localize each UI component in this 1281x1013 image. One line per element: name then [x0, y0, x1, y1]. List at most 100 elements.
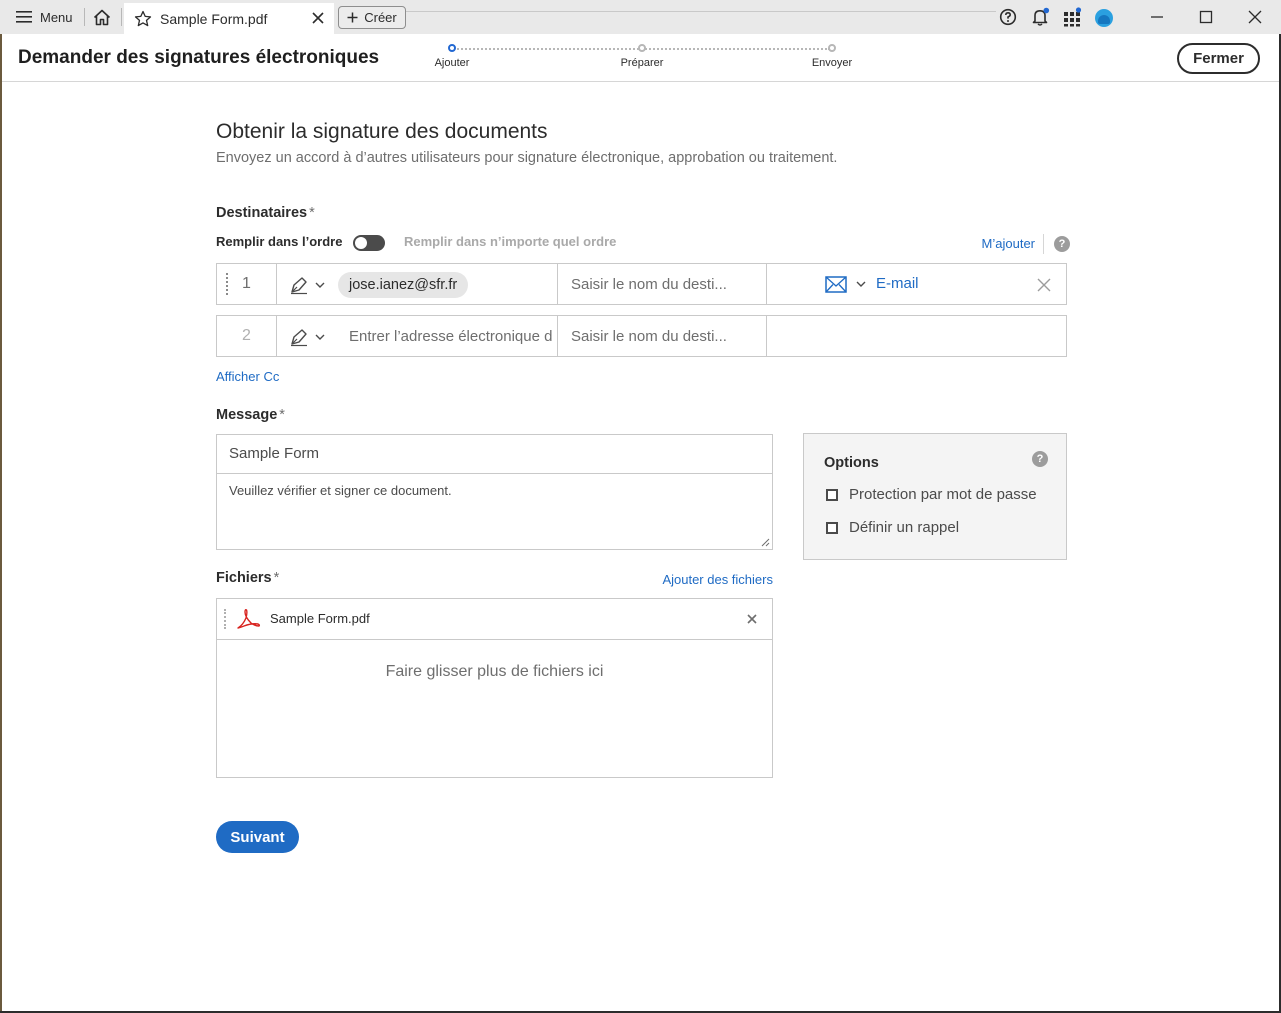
remove-file-icon[interactable] — [746, 613, 758, 625]
menu-button[interactable]: Menu — [8, 5, 81, 29]
bell-icon — [1032, 7, 1050, 26]
user-avatar[interactable] — [1095, 9, 1113, 27]
signer-role-dropdown[interactable] — [289, 275, 329, 295]
drag-handle[interactable] — [224, 609, 227, 629]
signing-order-toggle[interactable] — [353, 235, 385, 251]
files-label-text: Fichiers — [216, 570, 272, 586]
app-header: Demander des signatures électroniques Aj… — [2, 34, 1279, 82]
step-indicator: Ajouter Préparer Envoyer — [422, 42, 862, 76]
close-button[interactable]: Fermer — [1177, 43, 1260, 74]
reminder-checkbox[interactable] — [826, 521, 838, 534]
add-me-link[interactable]: M’ajouter — [982, 236, 1035, 251]
file-name: Sample Form.pdf — [270, 611, 370, 626]
maximize-button[interactable] — [1194, 5, 1218, 29]
message-subject-input[interactable]: Sample Form — [217, 435, 772, 474]
help-icon[interactable]: ? — [1032, 451, 1048, 467]
show-cc-link[interactable]: Afficher Cc — [216, 369, 279, 384]
recipient-row: 1 jose.ianez@sfr.fr Saisir le nom du des… — [216, 263, 1067, 305]
remove-recipient-icon[interactable] — [1035, 276, 1053, 294]
divider — [121, 8, 122, 26]
pen-icon — [291, 277, 307, 295]
apps-button[interactable] — [1061, 6, 1083, 28]
recipient-name-input[interactable]: Saisir le nom du desti... — [571, 328, 727, 345]
next-button[interactable]: Suivant — [216, 821, 299, 853]
signing-order-row: Remplir dans l’ordre Remplir dans n’impo… — [216, 232, 1070, 254]
files-label: Fichiers * — [216, 570, 279, 586]
hamburger-icon — [16, 11, 32, 23]
chevron-down-icon — [315, 282, 325, 288]
recipient-name-input[interactable]: Saisir le nom du desti... — [571, 276, 727, 293]
notifications-button[interactable] — [1029, 6, 1051, 28]
signer-role-dropdown[interactable] — [289, 327, 329, 347]
step-add: Ajouter — [422, 42, 482, 69]
required-mark: * — [273, 570, 280, 586]
email-icon[interactable] — [825, 276, 847, 293]
step-label: Préparer — [620, 57, 664, 69]
delivery-method[interactable]: E-mail — [876, 275, 919, 292]
help-icon — [999, 8, 1017, 26]
close-icon — [1248, 10, 1262, 24]
recipients-label-text: Destinataires — [216, 205, 308, 221]
recipient-email-chip[interactable]: jose.ianez@sfr.fr — [338, 272, 469, 298]
files-dropzone[interactable]: Sample Form.pdf Faire glisser plus de fi… — [216, 598, 773, 778]
step-dot — [828, 44, 836, 52]
drag-handle[interactable] — [226, 273, 230, 295]
step-prepare: Préparer — [612, 42, 672, 69]
any-order-label: Remplir dans n’importe quel ordre — [404, 234, 617, 249]
options-title: Options — [824, 455, 879, 471]
chevron-down-icon[interactable] — [855, 279, 867, 289]
tab-title: Sample Form.pdf — [160, 10, 268, 27]
window-close-button[interactable] — [1243, 5, 1267, 29]
option-reminder[interactable]: Définir un rappel — [826, 519, 959, 536]
step-label: Ajouter — [434, 57, 470, 69]
home-icon — [93, 9, 111, 25]
help-icon[interactable]: ? — [1054, 236, 1070, 252]
home-button[interactable] — [90, 6, 114, 28]
star-icon[interactable] — [134, 10, 152, 28]
order-label: Remplir dans l’ordre — [216, 234, 343, 249]
recipient-number: 2 — [217, 316, 277, 356]
maximize-icon — [1199, 10, 1213, 24]
page-title: Demander des signatures électroniques — [18, 47, 380, 68]
form-subtitle: Envoyez un accord à d’autres utilisateur… — [216, 150, 838, 166]
option-label: Protection par mot de passe — [849, 486, 1037, 503]
form-title: Obtenir la signature des documents — [216, 120, 548, 143]
message-body-input[interactable]: Veuillez vérifier et signer ce document. — [229, 483, 452, 498]
required-mark: * — [279, 407, 285, 423]
create-button[interactable]: Créer — [338, 6, 406, 29]
divider — [1043, 234, 1044, 254]
menu-label: Menu — [40, 9, 73, 25]
password-checkbox[interactable] — [826, 488, 838, 501]
minimize-button[interactable] — [1145, 5, 1169, 29]
plus-icon — [347, 12, 358, 23]
pdf-icon — [237, 609, 261, 629]
chevron-down-icon — [315, 334, 325, 340]
step-send: Envoyer — [802, 42, 862, 69]
message-box: Sample Form Veuillez vérifier et signer … — [216, 434, 773, 550]
close-tab-icon[interactable] — [310, 10, 326, 26]
window-frame-left — [0, 34, 2, 1013]
add-files-link[interactable]: Ajouter des fichiers — [662, 572, 773, 587]
tab-bar: Menu Sample Form.pdf Créer — [0, 0, 1281, 34]
drop-hint: Faire glisser plus de fichiers ici — [385, 663, 604, 680]
help-button[interactable] — [997, 6, 1019, 28]
options-panel: Options ? Protection par mot de passe Dé… — [803, 433, 1067, 560]
recipient-row: 2 Entrer l’adresse électronique d Saisir… — [216, 315, 1067, 357]
file-item: Sample Form.pdf — [217, 599, 772, 640]
tab-sample-form[interactable]: Sample Form.pdf — [124, 3, 334, 34]
tabbar-track — [406, 11, 996, 12]
recipient-email-input[interactable]: Entrer l’adresse électronique d — [349, 328, 555, 345]
message-label: Message * — [216, 407, 285, 423]
create-label: Créer — [364, 10, 397, 25]
recipients-label: Destinataires * — [216, 205, 315, 221]
step-label: Envoyer — [811, 57, 853, 69]
apps-grid-icon — [1064, 7, 1082, 27]
option-password[interactable]: Protection par mot de passe — [826, 486, 1037, 503]
step-dot — [448, 44, 456, 52]
required-mark: * — [309, 205, 315, 221]
resize-handle[interactable] — [761, 538, 770, 547]
pen-icon — [291, 329, 307, 347]
divider — [84, 8, 85, 26]
message-label-text: Message — [216, 407, 278, 423]
minimize-icon — [1151, 16, 1163, 18]
